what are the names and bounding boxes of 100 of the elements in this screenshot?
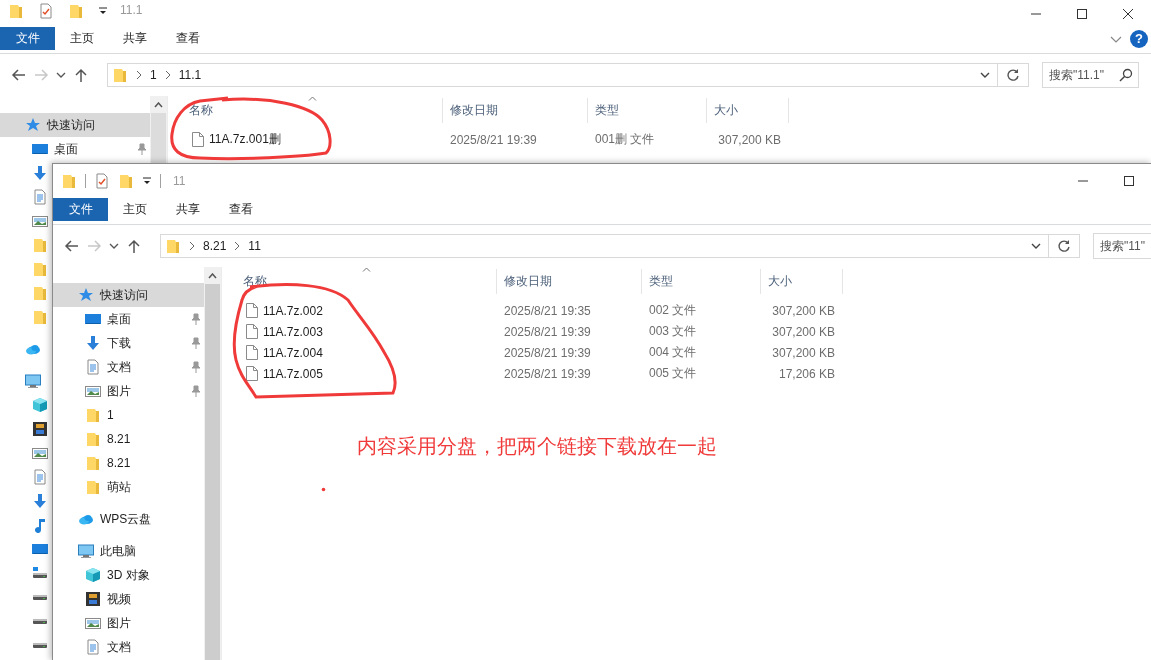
ribbon-tab[interactable]: 主页	[108, 198, 161, 221]
scroll-up-icon[interactable]	[154, 101, 163, 108]
column-header[interactable]: 大小	[761, 269, 843, 294]
close-icon[interactable]	[1123, 9, 1133, 19]
folder-icon	[85, 431, 101, 447]
sidebar-item[interactable]: 图片	[53, 611, 204, 635]
pin-icon[interactable]	[189, 337, 201, 349]
ribbon-tab[interactable]: 文件	[0, 27, 55, 50]
cube-icon	[32, 397, 48, 413]
scroll-up-icon[interactable]	[208, 272, 217, 279]
sidebar-item[interactable]: 3D 对象	[53, 563, 204, 587]
sidebar-item[interactable]: 快速访问	[53, 283, 204, 307]
file-icon	[246, 366, 258, 381]
file-name[interactable]: 11A.7z.002	[263, 303, 323, 318]
film-icon	[85, 591, 101, 607]
image-icon	[32, 213, 48, 229]
file-icon	[246, 303, 258, 318]
ribbon-tab[interactable]: 主页	[55, 27, 108, 50]
dropdown-caret-icon[interactable]	[142, 176, 152, 186]
down-arrow-icon	[32, 165, 48, 181]
ribbon-tab[interactable]: 查看	[214, 198, 267, 221]
sidebar-item[interactable]: 萌站	[53, 475, 204, 499]
music-note-icon	[32, 517, 48, 533]
ribbon-tab[interactable]: 查看	[161, 27, 214, 50]
chevron-right-icon[interactable]	[164, 70, 171, 80]
annotation-text: 内容采用分盘，把两个链接下载放在一起	[357, 434, 717, 459]
file-name[interactable]: 11A.7z.001删	[209, 131, 281, 148]
folder-icon	[32, 261, 48, 277]
address-bar[interactable]: 8.21 11	[160, 234, 1080, 258]
sidebar-item[interactable]: 下载	[53, 331, 204, 355]
maximize-icon[interactable]	[1077, 9, 1087, 19]
breadcrumb[interactable]: 11	[248, 239, 261, 253]
window-title: 11.1	[120, 3, 143, 17]
pin-icon[interactable]	[189, 313, 201, 325]
sidebar-item[interactable]: 视频	[53, 587, 204, 611]
file-icon	[246, 324, 258, 339]
document-check-icon[interactable]	[38, 3, 54, 19]
pin-icon[interactable]	[189, 361, 201, 373]
back-arrow-icon[interactable]	[11, 67, 27, 83]
folder-icon	[32, 309, 48, 325]
breadcrumb[interactable]: 1	[150, 68, 157, 82]
folder-icon	[85, 407, 101, 423]
document-check-icon[interactable]	[94, 173, 110, 189]
column-header[interactable]: 修改日期	[497, 269, 642, 294]
dropdown-caret-icon[interactable]	[98, 6, 108, 16]
file-type: 004 文件	[649, 345, 697, 359]
sidebar-item[interactable]: 快速访问	[0, 113, 150, 137]
pin-icon[interactable]	[189, 385, 201, 397]
scrollbar-thumb[interactable]	[205, 284, 220, 660]
search-field[interactable]: 搜索"11"	[1093, 233, 1151, 259]
column-header[interactable]: 修改日期	[443, 98, 588, 123]
drive-icon	[33, 642, 47, 648]
sidebar-item[interactable]: 桌面	[53, 307, 204, 331]
sidebar-item[interactable]: 文档	[53, 635, 204, 659]
file-size: 17,206 KB	[778, 366, 835, 381]
chevron-right-icon[interactable]	[189, 241, 195, 251]
column-header[interactable]: 大小	[707, 98, 789, 123]
column-header[interactable]: 类型	[588, 98, 707, 123]
sidebar-item[interactable]: WPS云盘	[53, 507, 204, 531]
chevron-right-icon[interactable]	[136, 70, 142, 80]
computer-icon	[25, 373, 41, 389]
sidebar-item[interactable]: 图片	[53, 379, 204, 403]
sidebar-item[interactable]: 桌面	[0, 137, 150, 161]
sidebar-item[interactable]: 8.21	[53, 427, 204, 451]
ribbon-tab[interactable]: 文件	[53, 198, 108, 221]
scrollbar-thumb[interactable]	[151, 113, 166, 163]
sidebar-item[interactable]: 此电脑	[53, 539, 204, 563]
file-name[interactable]: 11A.7z.005	[263, 366, 323, 381]
sidebar-item[interactable]: 文档	[53, 355, 204, 379]
scrollbar[interactable]	[204, 267, 221, 660]
file-type: 002 文件	[649, 303, 697, 317]
file-name[interactable]: 11A.7z.003	[263, 324, 323, 339]
up-arrow-icon[interactable]	[73, 67, 89, 83]
breadcrumb[interactable]: 8.21	[203, 239, 227, 253]
maximize-icon[interactable]	[1124, 176, 1134, 186]
breadcrumb[interactable]: 11.1	[178, 68, 202, 82]
ribbon-tab[interactable]: 共享	[108, 27, 161, 50]
column-header[interactable]: 名称	[168, 98, 443, 123]
file-type: 003 文件	[649, 324, 697, 338]
search-icon[interactable]	[1119, 68, 1133, 82]
folder-icon	[165, 238, 181, 254]
file-size: 307,200 KB	[718, 132, 781, 147]
ribbon-tab[interactable]: 共享	[161, 198, 214, 221]
monitor-icon	[32, 141, 48, 157]
pin-icon[interactable]	[135, 143, 147, 155]
sidebar-item[interactable]: 1	[53, 403, 204, 427]
scrollbar[interactable]	[150, 96, 167, 163]
star-icon	[78, 287, 94, 303]
refresh-icon[interactable]	[1006, 68, 1020, 82]
address-bar[interactable]: 1 11.1	[107, 63, 1029, 87]
sidebar-item[interactable]: 8.21	[53, 451, 204, 475]
search-field[interactable]: 搜索"11.1"	[1042, 62, 1139, 88]
refresh-icon[interactable]	[1057, 239, 1071, 253]
column-header[interactable]: 类型	[642, 269, 761, 294]
back-arrow-icon[interactable]	[64, 238, 80, 254]
file-name[interactable]: 11A.7z.004	[263, 345, 323, 360]
up-arrow-icon[interactable]	[126, 238, 142, 254]
chevron-right-icon[interactable]	[234, 241, 241, 251]
help-button[interactable]: ?	[1130, 29, 1148, 48]
modified-date: 2025/8/21 19:39	[504, 324, 591, 339]
